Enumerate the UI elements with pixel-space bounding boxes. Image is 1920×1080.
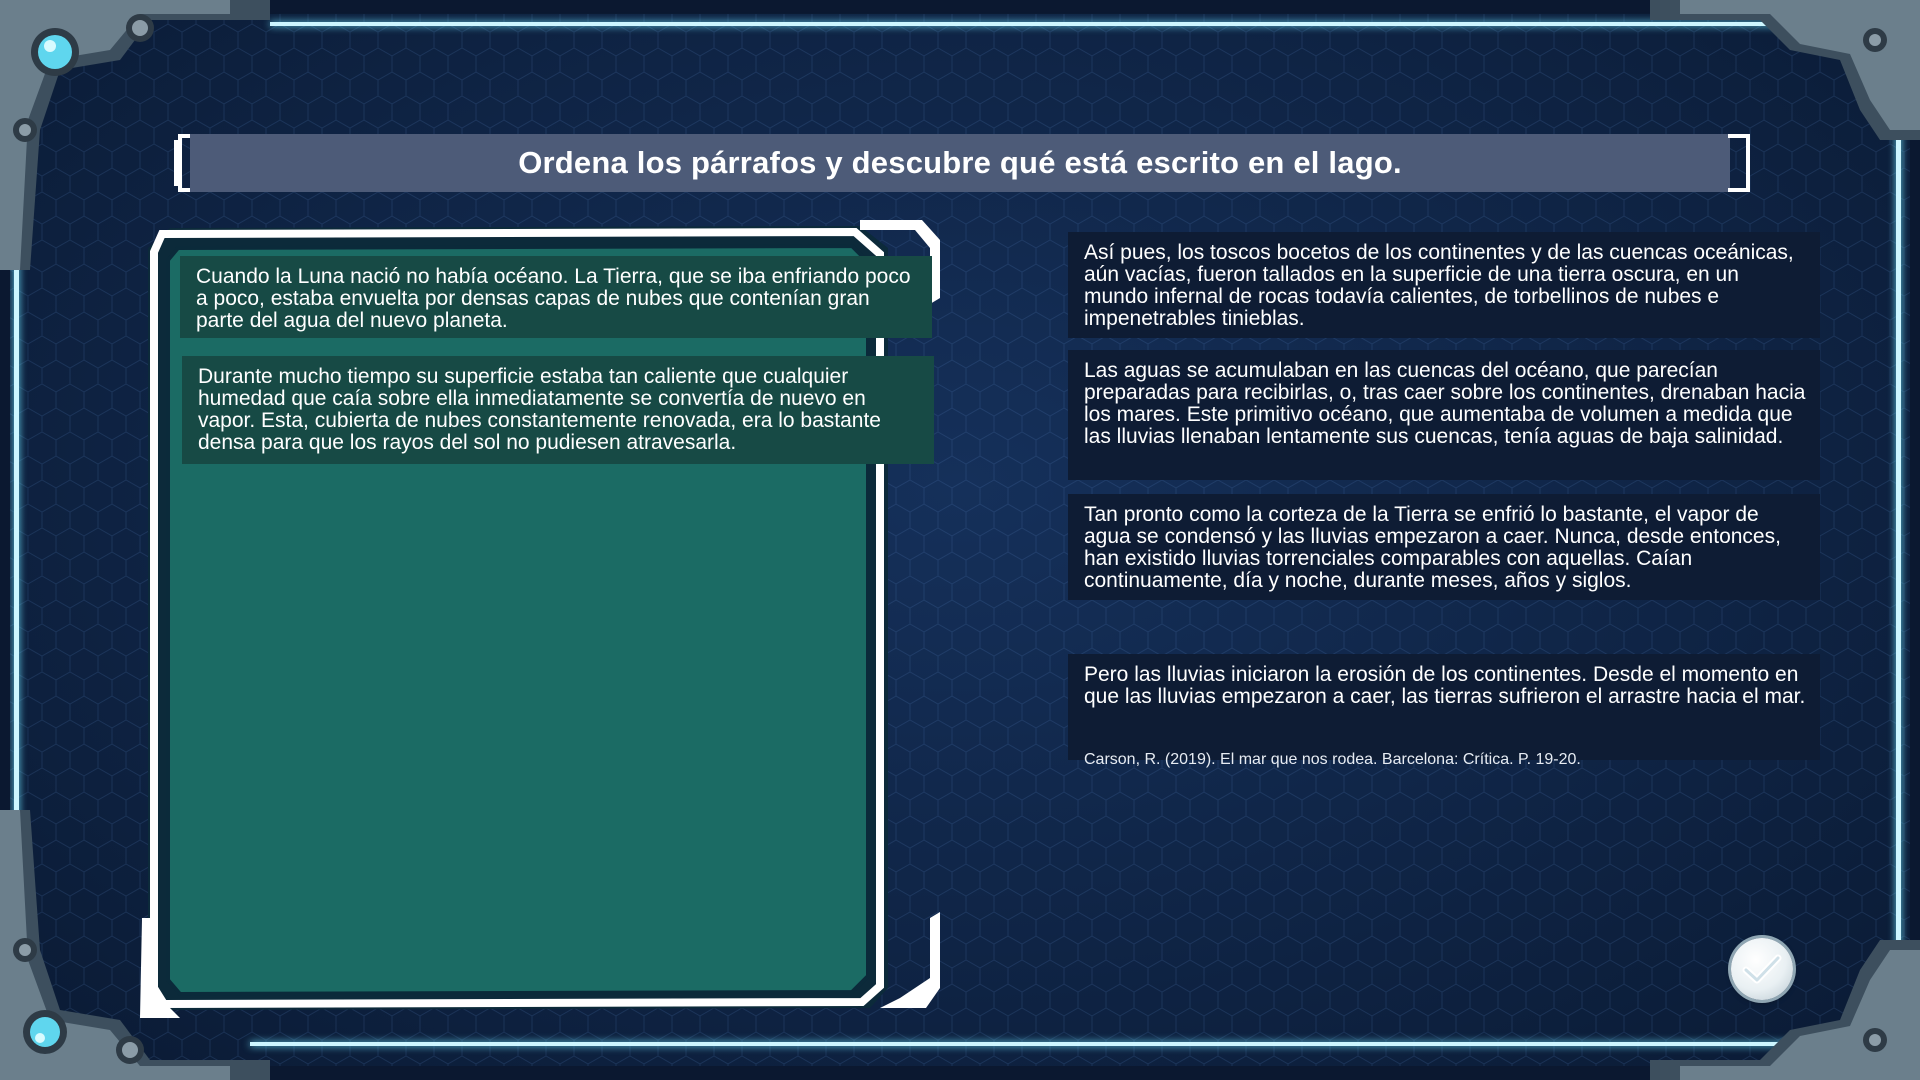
paragraph-text: Así pues, los toscos bocetos de los cont… — [1084, 241, 1794, 330]
placed-paragraph-card[interactable]: Cuando la Luna nació no había océano. La… — [180, 256, 932, 338]
paragraph-text: Pero las lluvias iniciaron la erosión de… — [1084, 663, 1806, 708]
title-bracket-tick-left — [174, 140, 178, 186]
placed-paragraph-card[interactable]: Durante mucho tiempo su superficie estab… — [182, 356, 934, 464]
checkmark-icon — [1742, 954, 1782, 984]
check-answer-button[interactable] — [1731, 938, 1793, 1000]
paragraph-text: Durante mucho tiempo su superficie estab… — [198, 365, 881, 454]
frame-bottom-glow — [250, 1042, 1790, 1046]
frame-bottom-edge — [0, 1066, 1920, 1080]
mechanical-corner-icon — [1650, 940, 1920, 1080]
paragraph-text: Las aguas se acumulaban en las cuencas d… — [1084, 359, 1806, 448]
paragraph-text: Tan pronto como la corteza de la Tierra … — [1084, 503, 1781, 592]
draggable-paragraph-card[interactable]: Tan pronto como la corteza de la Tierra … — [1068, 494, 1820, 600]
frame-top-edge — [0, 0, 1920, 14]
instruction-title-bar: Ordena los párrafos y descubre qué está … — [190, 134, 1730, 192]
instruction-title: Ordena los párrafos y descubre qué está … — [518, 145, 1402, 180]
draggable-paragraph-card[interactable]: Las aguas se acumulaban en las cuencas d… — [1068, 350, 1820, 480]
title-bracket-tick-right — [1746, 140, 1750, 186]
paragraph-text: Cuando la Luna nació no había océano. La… — [196, 265, 911, 332]
draggable-paragraph-card[interactable]: Pero las lluvias iniciaron la erosión de… — [1068, 654, 1820, 760]
draggable-paragraph-card[interactable]: Así pues, los toscos bocetos de los cont… — [1068, 232, 1820, 338]
source-citation: Carson, R. (2019). El mar que nos rodea.… — [1084, 751, 1581, 768]
game-screen: Ordena los párrafos y descubre qué está … — [0, 0, 1920, 1080]
frame-left-glow — [14, 250, 19, 830]
frame-top-glow — [270, 22, 1790, 26]
answer-drop-zone[interactable] — [140, 218, 976, 1018]
